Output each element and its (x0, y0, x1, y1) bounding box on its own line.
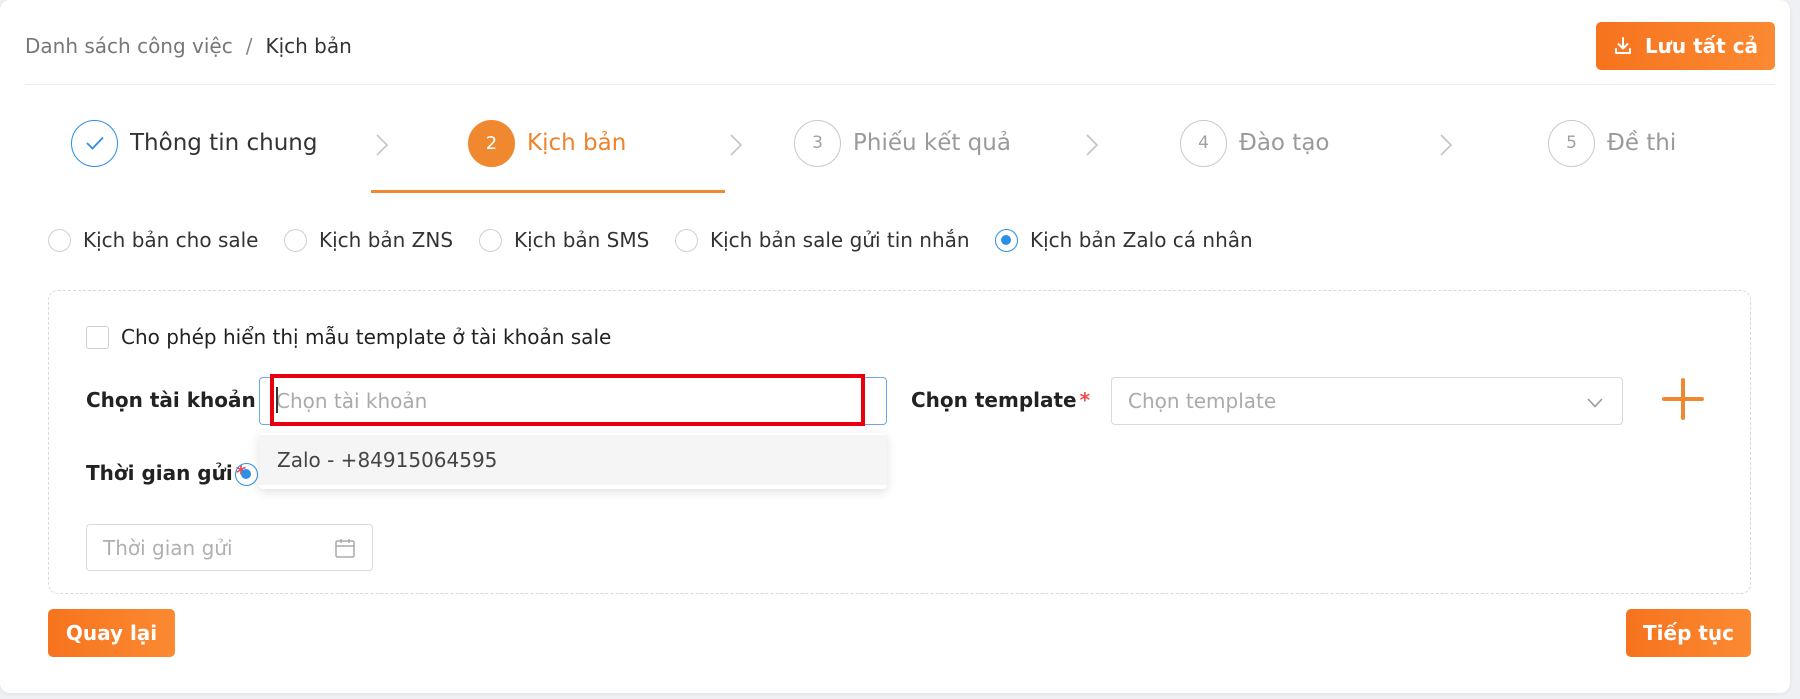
step-1-label: Thông tin chung (130, 130, 318, 156)
radio-script-zalo-personal[interactable]: Kịch bản Zalo cá nhân (995, 228, 1253, 252)
radio-script-sale-message[interactable]: Kịch bản sale gửi tin nhắn (675, 228, 970, 252)
breadcrumb: Danh sách công việc / Kịch bản (25, 34, 352, 58)
template-select[interactable]: Chọn template (1111, 377, 1623, 425)
template-label: Chọn template * (911, 388, 1090, 412)
radio-script-sale[interactable]: Kịch bản cho sale (48, 228, 259, 252)
step-result-form[interactable]: 3 Phiếu kết quả (794, 119, 1011, 167)
send-time-radio-selected[interactable] (235, 463, 258, 486)
allow-template-checkbox[interactable] (86, 325, 109, 349)
send-time-date-input[interactable]: Thời gian gửi (86, 524, 373, 571)
highlight-frame (270, 374, 865, 426)
chevron-right-icon (1440, 134, 1453, 156)
template-label-text: Chọn template (911, 388, 1077, 412)
calendar-icon (335, 539, 355, 558)
radio-label: Kịch bản SMS (514, 228, 650, 252)
radio-circle-selected (995, 228, 1018, 252)
chevron-right-icon (1086, 134, 1099, 156)
allow-template-label: Cho phép hiển thị mẫu template ở tài kho… (121, 325, 612, 349)
send-time-label-text: Thời gian gửi (86, 461, 233, 485)
required-mark: * (1079, 388, 1091, 412)
step-4-label: Đào tạo (1239, 130, 1330, 156)
radio-script-zns[interactable]: Kịch bản ZNS (284, 228, 453, 252)
radio-circle (48, 228, 71, 252)
step-script[interactable]: 2 Kịch bản (468, 119, 626, 167)
step-general-info[interactable]: Thông tin chung (71, 119, 317, 167)
breadcrumb-separator: / (245, 34, 253, 58)
add-template-plus-icon[interactable] (1662, 378, 1704, 420)
chevron-right-icon (376, 134, 389, 156)
radio-circle (284, 228, 307, 252)
breadcrumb-current: Kịch bản (265, 34, 352, 58)
account-dropdown-menu: Zalo - +84915064595 (259, 433, 887, 489)
back-button[interactable]: Quay lại (48, 609, 175, 657)
text-caret (276, 387, 278, 413)
main-card: Danh sách công việc / Kịch bản Lưu tất c… (0, 0, 1790, 693)
account-option-label: Zalo - +84915064595 (277, 448, 498, 472)
send-time-placeholder: Thời gian gửi (103, 535, 233, 560)
active-step-underline (371, 190, 725, 193)
radio-label: Kịch bản Zalo cá nhân (1030, 228, 1253, 252)
radio-circle (479, 228, 502, 252)
step-4-number: 4 (1180, 119, 1227, 167)
next-label: Tiếp tục (1643, 621, 1734, 645)
back-label: Quay lại (65, 621, 158, 645)
download-icon (1614, 37, 1631, 54)
step-training[interactable]: 4 Đào tạo (1180, 119, 1329, 167)
chevron-down-icon (1587, 398, 1603, 408)
step-5-number: 5 (1548, 119, 1595, 167)
step-2-label: Kịch bản (527, 130, 627, 156)
step-5-label: Đề thi (1607, 130, 1677, 156)
template-placeholder: Chọn template (1128, 389, 1277, 413)
account-option[interactable]: Zalo - +84915064595 (259, 435, 887, 485)
next-button[interactable]: Tiếp tục (1626, 609, 1751, 657)
allow-template-checkbox-row[interactable]: Cho phép hiển thị mẫu template ở tài kho… (86, 325, 611, 349)
radio-script-sms[interactable]: Kịch bản SMS (479, 228, 649, 252)
radio-label: Kịch bản sale gửi tin nhắn (710, 228, 970, 252)
account-label: Chọn tài khoản* (86, 388, 269, 412)
breadcrumb-parent[interactable]: Danh sách công việc (25, 34, 233, 58)
step-exam[interactable]: 5 Đề thi (1548, 119, 1676, 167)
step-1-check-icon (71, 119, 118, 167)
radio-circle (675, 228, 698, 252)
step-3-label: Phiếu kết quả (853, 130, 1011, 156)
chevron-right-icon (730, 134, 743, 156)
step-2-number: 2 (468, 119, 515, 167)
save-all-button[interactable]: Lưu tất cả (1596, 22, 1775, 70)
account-label-text: Chọn tài khoản (86, 388, 256, 412)
step-3-number: 3 (794, 119, 841, 167)
header-divider (25, 84, 1775, 85)
radio-label: Kịch bản ZNS (319, 228, 454, 252)
send-time-label: Thời gian gửi * (86, 461, 246, 485)
save-all-label: Lưu tất cả (1644, 34, 1759, 58)
radio-label: Kịch bản cho sale (83, 228, 259, 252)
